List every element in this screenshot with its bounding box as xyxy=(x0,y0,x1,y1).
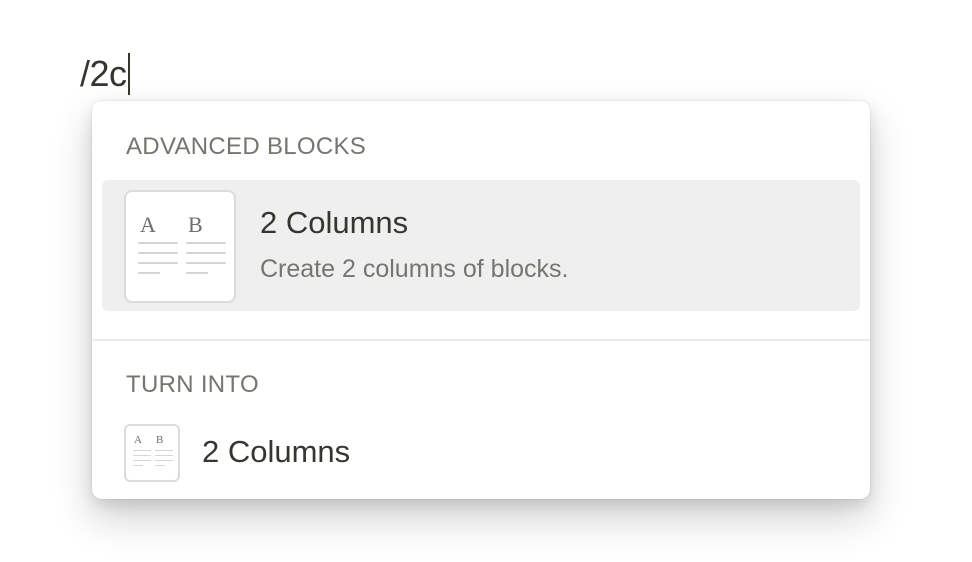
section-header-turn-into: TURN INTO xyxy=(126,371,259,398)
section-header-advanced-blocks: ADVANCED BLOCKS xyxy=(126,133,367,160)
thumb-lines-left xyxy=(138,242,178,282)
menu-item-title: 2 Columns xyxy=(260,205,409,240)
two-columns-icon: A B xyxy=(124,190,236,303)
editor-line[interactable]: /2c xyxy=(80,52,130,96)
menu-item-title: 2 Columns xyxy=(202,434,351,469)
thumb-lines-right xyxy=(155,450,173,470)
thumb-letter-a: A xyxy=(140,212,156,237)
menu-item-2-columns[interactable]: A B 2 Columns Create 2 columns of blocks… xyxy=(102,180,860,311)
slash-command-menu: ADVANCED BLOCKS A B 2 Columns Create 2 c… xyxy=(92,101,870,499)
menu-item-turn-into-2-columns[interactable]: A B 2 Columns xyxy=(102,415,860,487)
page: /2c ADVANCED BLOCKS A B 2 Columns Create… xyxy=(0,0,972,562)
thumb-lines-right xyxy=(186,242,226,282)
section-divider xyxy=(92,339,870,341)
slash-command-text[interactable]: /2c xyxy=(80,52,127,96)
thumb-letter-b: B xyxy=(188,212,203,237)
thumb-lines-left xyxy=(133,450,151,470)
menu-item-description: Create 2 columns of blocks. xyxy=(260,255,569,283)
thumb-letter-b: B xyxy=(156,434,164,446)
text-caret xyxy=(127,53,130,95)
two-columns-icon: A B xyxy=(124,424,180,482)
thumb-letter-a: A xyxy=(134,434,142,446)
